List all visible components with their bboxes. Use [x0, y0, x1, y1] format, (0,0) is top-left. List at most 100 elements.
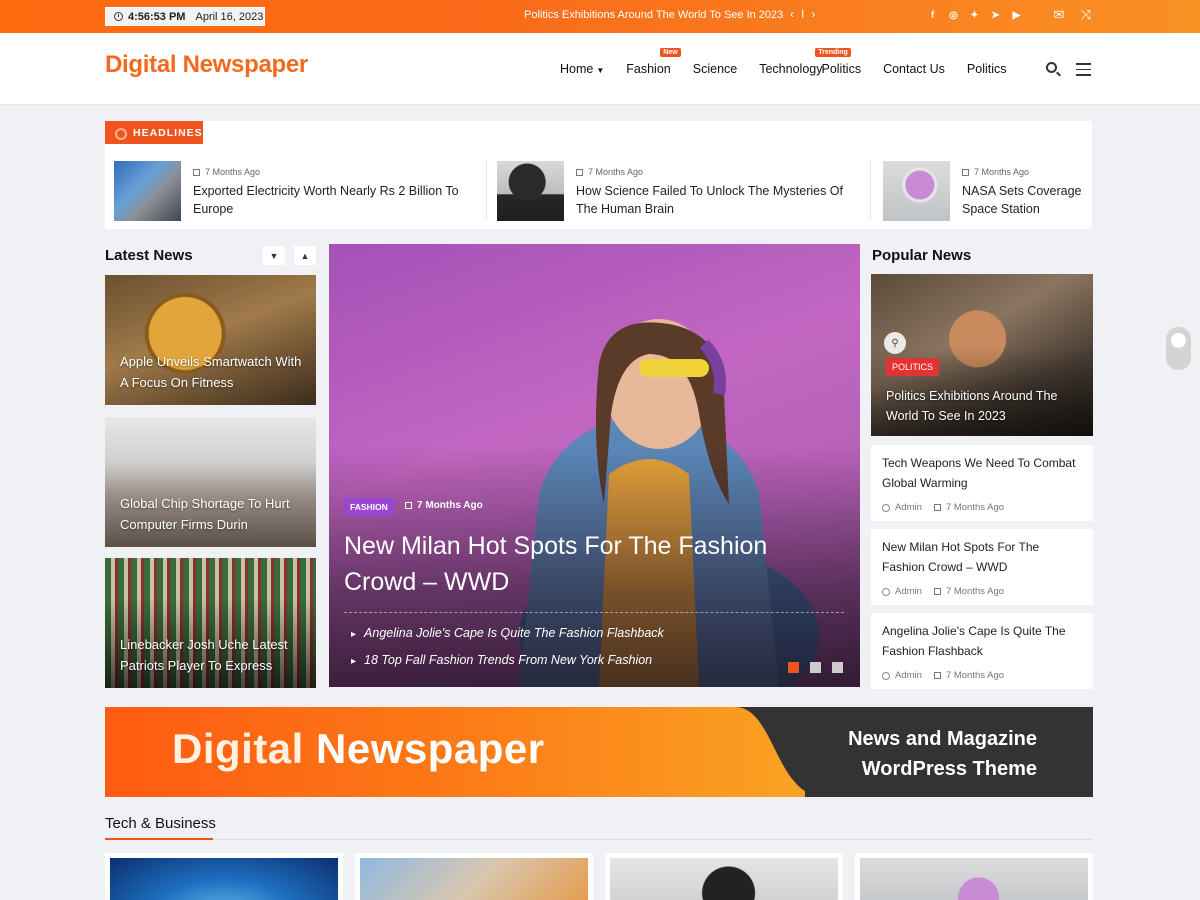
section-underline	[105, 838, 1093, 840]
popular-item-meta: Admin 7 Months Ago	[882, 502, 1004, 513]
latest-news-card[interactable]: Linebacker Josh Uche Latest Patriots Pla…	[105, 558, 316, 688]
category-tag-fashion[interactable]: FASHION	[344, 498, 394, 516]
nav-label: Home	[560, 62, 594, 76]
slider-dot[interactable]	[832, 662, 843, 673]
ad-banner[interactable]: Digital Newspaper News and Magazine Word…	[105, 707, 1093, 797]
mail-icon[interactable]: ✉	[1052, 7, 1066, 22]
slider-related-link[interactable]: Angelina Jolie's Cape Is Quite The Fashi…	[351, 626, 664, 640]
nav-label: Politics	[821, 62, 862, 76]
nav-label: Technology	[759, 62, 823, 76]
headline-thumbnail[interactable]	[497, 161, 564, 221]
latest-news-card[interactable]: Apple Unveils Smartwatch With A Focus On…	[105, 275, 316, 405]
featured-slider[interactable]: FASHION 7 Months Ago New Milan Hot Spots…	[329, 244, 860, 687]
latest-news-title[interactable]: Apple Unveils Smartwatch With A Focus On…	[120, 352, 306, 393]
nav-item-contact[interactable]: Contact Us	[883, 62, 945, 76]
calendar-icon	[193, 168, 200, 176]
shuffle-icon[interactable]: ⤨	[1079, 7, 1093, 22]
divider	[870, 161, 871, 221]
tech-business-title: Tech & Business	[105, 815, 216, 832]
popular-item-meta: Admin 7 Months Ago	[882, 670, 1004, 681]
latest-news-title[interactable]: Global Chip Shortage To Hurt Computer Fi…	[120, 494, 306, 535]
headline-thumbnail[interactable]	[114, 161, 181, 221]
tech-business-card[interactable]	[355, 853, 593, 900]
user-icon	[882, 671, 890, 680]
headline-time: 7 Months Ago	[576, 167, 867, 177]
latest-news-title: Latest News	[105, 247, 193, 264]
headline-thumbnail[interactable]	[883, 161, 950, 221]
nav-item-fashion[interactable]: New Fashion	[626, 48, 681, 76]
twitter-icon[interactable]: ✦	[968, 9, 981, 22]
slider-dot[interactable]	[810, 662, 821, 673]
headlines-strip: HEADLINES 7 Months Ago Exported Electric…	[105, 121, 1092, 229]
chevron-down-icon: ▼	[269, 250, 279, 261]
current-date: April 16, 2023	[195, 10, 264, 23]
nav-item-politics-2[interactable]: Politics	[967, 62, 1007, 76]
user-icon	[882, 587, 890, 596]
popular-list-item[interactable]: New Milan Hot Spots For The Fashion Crow…	[871, 529, 1093, 605]
telegram-icon[interactable]: ➤	[989, 9, 1002, 22]
popular-list-item[interactable]: Tech Weapons We Need To Combat Global Wa…	[871, 445, 1093, 521]
ticker-next-button[interactable]: ›	[811, 7, 815, 21]
chevron-up-icon: ▲	[300, 250, 310, 261]
popular-featured-title[interactable]: Politics Exhibitions Around The World To…	[886, 386, 1076, 426]
facebook-icon[interactable]: f	[926, 9, 939, 22]
nav-badge-trending: Trending	[815, 48, 851, 57]
banner-logo: Digital Newspaper	[172, 725, 545, 772]
top-ticker-link[interactable]: Politics Exhibitions Around The World To…	[524, 9, 783, 21]
clock-icon	[114, 12, 123, 21]
nav-label: Politics	[966, 62, 1007, 76]
chevron-down-icon: ▼	[596, 66, 605, 75]
calendar-icon	[933, 504, 941, 511]
popular-featured-card[interactable]: ⚲ POLITICS Politics Exhibitions Around T…	[871, 274, 1093, 436]
menu-icon[interactable]	[1076, 63, 1091, 80]
nav-item-politics[interactable]: Politics	[821, 62, 861, 76]
headline-item[interactable]: 7 Months Ago How Science Failed To Unloc…	[497, 161, 867, 221]
site-logo[interactable]: Digital Newspaper	[105, 51, 308, 79]
headline-title[interactable]: How Science Failed To Unlock The Mysteri…	[576, 182, 867, 218]
user-icon	[882, 503, 890, 512]
top-bar: 4:56:53 PM April 16, 2023 Politics Exhib…	[0, 0, 1200, 33]
top-utility-icons: ✉ ⤨	[1052, 7, 1093, 22]
nav-item-home[interactable]: Home ▼	[560, 62, 604, 76]
nav-item-technology[interactable]: Trending Technology	[759, 48, 851, 76]
social-links: f ◎ ✦ ➤ ▶	[926, 9, 1023, 22]
tech-business-card[interactable]	[105, 853, 343, 900]
tech-business-card[interactable]	[855, 853, 1093, 900]
instagram-icon[interactable]: ◎	[947, 9, 960, 22]
slider-dot[interactable]	[788, 662, 799, 673]
slider-title[interactable]: New Milan Hot Spots For The Fashion Crow…	[344, 528, 824, 600]
popular-item-meta: Admin 7 Months Ago	[882, 586, 1004, 597]
latest-up-button[interactable]: ▲	[294, 246, 316, 265]
headline-title[interactable]: Exported Electricity Worth Nearly Rs 2 B…	[193, 182, 474, 218]
popular-list-item[interactable]: Angelina Jolie's Cape Is Quite The Fashi…	[871, 613, 1093, 689]
youtube-icon[interactable]: ▶	[1010, 9, 1023, 22]
latest-down-button[interactable]: ▼	[263, 246, 285, 265]
slider-time: 7 Months Ago	[405, 500, 483, 511]
settings-toggle[interactable]	[1166, 327, 1191, 370]
nav-label: Contact Us	[883, 62, 945, 76]
nav-badge-new: New	[660, 48, 681, 57]
popular-item-title[interactable]: New Milan Hot Spots For The Fashion Crow…	[882, 537, 1082, 577]
search-icon[interactable]	[1046, 62, 1057, 73]
headline-item[interactable]: 7 Months Ago NASA Sets Coverage Space St…	[883, 161, 1083, 221]
slider-related-link[interactable]: 18 Top Fall Fashion Trends From New York…	[351, 653, 652, 667]
tech-business-card[interactable]	[605, 853, 843, 900]
ticker-prev-button[interactable]: ‹	[790, 7, 794, 21]
popular-item-title[interactable]: Tech Weapons We Need To Combat Global Wa…	[882, 453, 1082, 493]
nav-item-science[interactable]: Science	[693, 62, 737, 76]
latest-news-card[interactable]: Global Chip Shortage To Hurt Computer Fi…	[105, 417, 316, 547]
nav-label: Science	[692, 62, 738, 76]
category-tag-politics[interactable]: POLITICS	[886, 358, 940, 376]
calendar-icon	[576, 168, 583, 176]
headlines-label: HEADLINES	[105, 121, 203, 144]
main-nav: Home ▼ New Fashion Science Trending Technol…	[560, 48, 1029, 76]
headline-item[interactable]: 7 Months Ago Exported Electricity Worth …	[114, 161, 474, 221]
slider-pagination	[788, 662, 843, 673]
site-header: Digital Newspaper Home ▼ New Fashion Scien…	[0, 33, 1200, 105]
ticker-pause-button[interactable]: I	[801, 7, 804, 21]
latest-news-title[interactable]: Linebacker Josh Uche Latest Patriots Pla…	[120, 635, 306, 676]
popular-item-title[interactable]: Angelina Jolie's Cape Is Quite The Fashi…	[882, 621, 1082, 661]
headline-title[interactable]: NASA Sets Coverage Space Station	[962, 182, 1082, 218]
bike-icon: ⚲	[884, 332, 906, 354]
divider	[486, 161, 487, 221]
